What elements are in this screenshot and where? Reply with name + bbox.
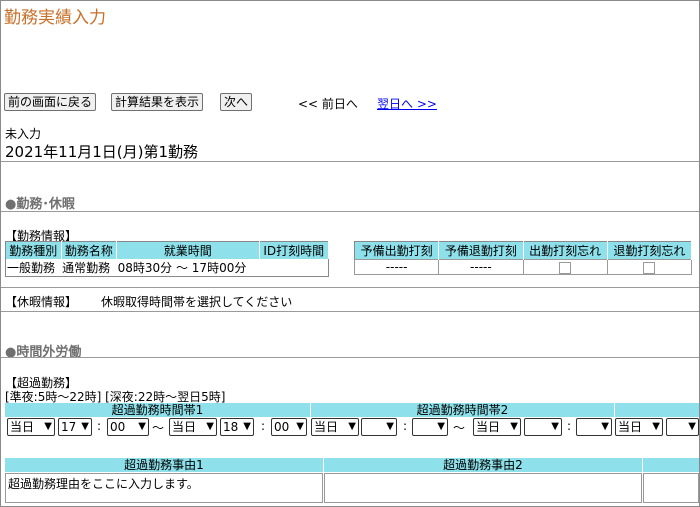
band1-start-day-select[interactable]: 当日 ▼ — [7, 418, 55, 436]
col-header: 勤務種別 — [5, 241, 62, 259]
band1-start-min-select[interactable]: 00 ▼ — [107, 418, 149, 436]
band1-end-min-select[interactable]: 00 ▼ — [271, 418, 307, 436]
chevron-down-icon: ▼ — [386, 421, 394, 432]
spare-out-punch: ----- — [438, 259, 524, 275]
prev-day-text: << 前日へ — [298, 97, 358, 111]
forgot-in-checkbox[interactable] — [559, 261, 572, 274]
col-header: 出勤打刻忘れ — [523, 241, 608, 260]
work-info-table: 勤務種別 勤務名称 就業時間 ID打刻時間 一般勤務 通常勤務 08時30分 ～… — [5, 241, 329, 277]
band2-header: 超過勤務時間帯2 — [311, 403, 614, 417]
table-row: ----- ----- — [353, 259, 693, 275]
back-button[interactable]: 前の画面に戻る — [4, 93, 97, 111]
chevron-down-icon: ▼ — [81, 421, 89, 432]
divider — [1, 287, 699, 288]
chevron-down-icon: ▼ — [44, 421, 52, 432]
col-header: ID打刻時間 — [259, 241, 329, 259]
forgot-out-checkbox[interactable] — [643, 261, 656, 274]
band3-header — [615, 403, 699, 417]
chevron-down-icon: ▼ — [601, 421, 609, 432]
divider — [1, 161, 699, 162]
work-hours: 08時30分 ～ 17時00分 — [117, 261, 247, 275]
tilde: ～ — [453, 421, 466, 435]
band2-end-min-select[interactable]: ▼ — [576, 418, 612, 436]
divider — [1, 357, 699, 358]
colon: : — [567, 419, 572, 433]
col-header: 退勤打刻忘れ — [607, 241, 693, 260]
id-time — [259, 259, 329, 277]
band1-header: 超過勤務時間帯1 — [5, 403, 310, 417]
colon: : — [261, 419, 266, 433]
col-header: 予備退勤打刻 — [438, 241, 524, 260]
colon: : — [403, 419, 408, 433]
table-row: 一般勤務 通常勤務 08時30分 ～ 17時00分 — [6, 259, 329, 277]
col-header: 予備出勤打刻 — [354, 241, 440, 260]
reason3-header — [643, 458, 699, 472]
chevron-down-icon: ▼ — [652, 421, 660, 432]
work-leave-heading: ●勤務･休暇 — [5, 197, 75, 212]
col-header: 勤務名称 — [61, 241, 118, 259]
chevron-down-icon: ▼ — [551, 421, 559, 432]
band2-start-hour-select[interactable]: ▼ — [361, 418, 397, 436]
page-title: 勤務実績入力 — [4, 8, 106, 28]
reason1-header: 超過勤務事由1 — [5, 458, 323, 472]
chevron-down-icon: ▼ — [138, 421, 146, 432]
show-calc-button[interactable]: 計算結果を表示 — [111, 93, 204, 111]
band2-end-hour-select[interactable]: ▼ — [524, 418, 562, 436]
chevron-down-icon: ▼ — [348, 421, 356, 432]
leave-info-label: 【休暇情報】 — [5, 295, 78, 309]
reason3-textarea[interactable] — [643, 473, 699, 503]
divider — [1, 211, 699, 212]
band3-start-day-select[interactable]: 当日 ▼ — [615, 418, 663, 436]
band3-start-hour-select[interactable]: ▼ — [666, 418, 699, 436]
band2-end-day-select[interactable]: 当日 ▼ — [473, 418, 521, 436]
band2-start-day-select[interactable]: 当日 ▼ — [311, 418, 359, 436]
next-button[interactable]: 次へ — [220, 93, 253, 111]
band1-end-hour-select[interactable]: 18 ▼ — [220, 418, 254, 436]
work-type: 一般勤務 — [7, 261, 56, 275]
reason2-header: 超過勤務事由2 — [324, 458, 642, 472]
next-day-link[interactable]: 翌日へ >> — [377, 95, 437, 112]
colon: : — [97, 419, 102, 433]
work-name: 通常勤務 — [62, 261, 111, 275]
chevron-down-icon: ▼ — [206, 421, 214, 432]
chevron-down-icon: ▼ — [243, 421, 251, 432]
date-title: 2021年11月1日(月)第1勤務 — [5, 143, 199, 161]
band2-start-min-select[interactable]: ▼ — [412, 418, 448, 436]
divider — [1, 311, 699, 312]
band1-end-day-select[interactable]: 当日 ▼ — [169, 418, 217, 436]
status-text: 未入力 — [5, 127, 42, 141]
chevron-down-icon: ▼ — [688, 421, 696, 432]
chevron-down-icon: ▼ — [296, 421, 304, 432]
punch-table: 予備出勤打刻 予備退勤打刻 出勤打刻忘れ 退勤打刻忘れ ----- ----- — [353, 241, 693, 275]
leave-info-message: 休暇取得時間帯を選択してください — [101, 295, 293, 309]
reason1-textarea[interactable]: 超過勤務理由をここに入力します。 — [5, 473, 323, 503]
tilde: ～ — [152, 421, 165, 435]
col-header: 就業時間 — [116, 241, 260, 259]
band1-start-hour-select[interactable]: 17 ▼ — [58, 418, 92, 436]
spare-in-punch: ----- — [353, 259, 440, 275]
reason2-textarea[interactable] — [324, 473, 642, 503]
chevron-down-icon: ▼ — [510, 421, 518, 432]
chevron-down-icon: ▼ — [437, 421, 445, 432]
